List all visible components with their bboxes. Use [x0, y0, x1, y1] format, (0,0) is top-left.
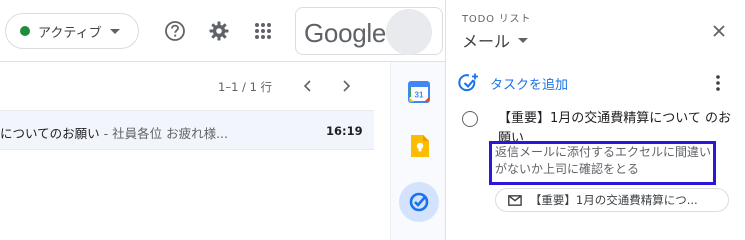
calendar-button[interactable]: 31 [403, 76, 435, 108]
email-time: 16:19 [326, 124, 363, 138]
caret-down-icon [518, 37, 529, 43]
apps-grid-icon [255, 23, 271, 39]
task-title[interactable]: 【重要】1月の交通費精算について のお願い [498, 109, 738, 142]
pagination-range: 1–1 / 1 行 [218, 80, 273, 94]
pagination-bar: 1–1 / 1 行 [0, 62, 390, 110]
close-panel-button[interactable] [708, 20, 730, 42]
linked-email-title: 【重要】1月の交通費精算につ... [529, 193, 698, 207]
status-dropdown[interactable]: アクティブ [5, 13, 139, 49]
tasks-button[interactable] [399, 182, 439, 222]
more-vert-icon [716, 75, 720, 91]
help-button[interactable] [161, 17, 189, 45]
email-subject: についてのお願い - 社員各位 お疲れ様... [0, 123, 228, 142]
tasks-panel: TODO リスト メール タスクを追加 【重要】1月の交通費精算について のお願… [445, 0, 745, 240]
google-logo: Google [304, 18, 387, 48]
keep-icon [411, 135, 429, 157]
task-list-selector[interactable]: メール [462, 28, 529, 52]
caret-down-icon [109, 28, 120, 34]
task-list-name: メール [462, 32, 511, 51]
tasks-icon [409, 192, 429, 212]
linked-email-chip[interactable]: 【重要】1月の交通費精算につ... [495, 188, 729, 212]
calendar-day: 31 [415, 91, 424, 100]
add-task-label: タスクを追加 [490, 77, 569, 93]
side-panel-rail: 31 [390, 62, 445, 240]
help-icon [165, 21, 185, 41]
more-options-button[interactable] [710, 72, 726, 94]
close-icon [713, 25, 725, 37]
email-list-row[interactable]: についてのお願い - 社員各位 お疲れ様... 16:19 [0, 110, 374, 150]
add-task-icon [458, 73, 478, 92]
keep-button[interactable] [403, 130, 435, 162]
mail-icon [508, 194, 522, 206]
google-account-button[interactable]: Google [295, 7, 443, 55]
add-task-button[interactable]: タスクを追加 [458, 70, 568, 96]
previous-page-button[interactable] [298, 76, 318, 96]
next-page-button[interactable] [336, 76, 356, 96]
email-snippet: - 社員各位 お疲れ様... [99, 126, 228, 141]
avatar [386, 9, 432, 55]
calendar-icon: 31 [408, 81, 430, 103]
status-label: アクティブ [38, 25, 102, 41]
top-bar: アクティブ Google [0, 0, 445, 62]
status-dot-icon [20, 26, 30, 36]
tasks-app-label: TODO リスト [462, 14, 532, 25]
task-complete-checkbox[interactable] [462, 111, 478, 127]
apps-button[interactable] [249, 17, 277, 45]
gear-icon [209, 21, 229, 41]
chevron-right-icon [343, 80, 351, 92]
settings-button[interactable] [205, 17, 233, 45]
email-subject-text: についてのお願い [0, 126, 100, 141]
chevron-left-icon [303, 80, 311, 92]
task-notes[interactable]: 返信メールに添付するエクセルに間違いがないか上司に確認をとる [495, 144, 715, 178]
